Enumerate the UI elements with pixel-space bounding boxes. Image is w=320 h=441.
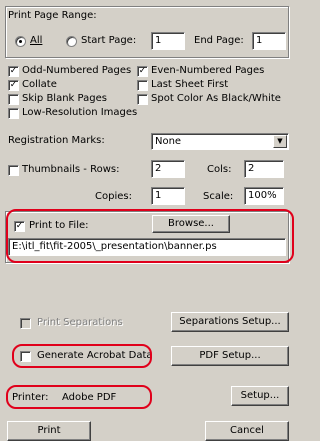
odd-pages-checkbox[interactable]: ✓ (8, 66, 19, 77)
generate-acrobat-checkbox[interactable] (20, 351, 31, 362)
registration-marks-select[interactable]: None ▼ (151, 133, 289, 150)
scale-label: Scale: (203, 191, 234, 202)
thumbnails-label[interactable]: Thumbnails - Rows: (22, 164, 119, 176)
start-page-input[interactable]: 1 (151, 32, 185, 50)
radio-start-page[interactable] (66, 36, 77, 47)
radio-all[interactable] (15, 36, 26, 47)
file-path-input[interactable]: E:\itl_fit\fit-2005\_presentation\banner… (8, 238, 286, 256)
radio-all-dot (19, 40, 22, 43)
low-res-checkbox[interactable] (8, 108, 19, 119)
printer-label: Printer: (12, 392, 49, 403)
even-pages-label[interactable]: Even-Numbered Pages (151, 65, 264, 77)
pdf-setup-button[interactable]: PDF Setup... (171, 346, 289, 366)
separations-setup-button[interactable]: Separations Setup... (171, 312, 289, 332)
last-sheet-first-checkbox[interactable] (137, 80, 148, 91)
even-pages-checkbox[interactable]: ✓ (137, 66, 148, 77)
cancel-button[interactable]: Cancel (205, 421, 289, 441)
print-separations-label: Print Separations (37, 317, 123, 328)
printer-setup-button[interactable]: Setup... (231, 386, 289, 406)
thumbnail-cols-label: Cols: (207, 164, 232, 175)
skip-blank-checkbox[interactable] (8, 94, 19, 105)
spot-color-checkbox[interactable] (137, 94, 148, 105)
thumbnail-cols-input[interactable]: 2 (244, 160, 284, 178)
collate-checkbox[interactable]: ✓ (8, 80, 19, 91)
print-to-file-checkbox[interactable]: ✓ (14, 221, 25, 232)
low-res-label[interactable]: Low-Resolution Images (22, 107, 137, 119)
registration-marks-label: Registration Marks: (8, 135, 105, 146)
copies-input[interactable]: 1 (151, 187, 185, 205)
radio-all-label[interactable]: All (30, 35, 42, 47)
last-sheet-first-label[interactable]: Last Sheet First (151, 79, 228, 91)
print-to-file-label[interactable]: Print to File: (29, 220, 89, 232)
browse-button[interactable]: Browse... (152, 215, 230, 233)
chevron-down-icon[interactable]: ▼ (273, 135, 287, 148)
end-page-input[interactable]: 1 (252, 32, 286, 50)
skip-blank-label[interactable]: Skip Blank Pages (22, 93, 107, 105)
printer-name: Adobe PDF (62, 392, 117, 403)
thumbnails-checkbox[interactable] (8, 165, 19, 176)
end-page-label: End Page: (194, 35, 244, 46)
page-range-title: Print Page Range: (8, 10, 97, 21)
print-button[interactable]: Print (7, 421, 91, 441)
generate-acrobat-label[interactable]: Generate Acrobat Data (37, 350, 153, 362)
registration-marks-value: None (155, 136, 182, 147)
spot-color-label[interactable]: Spot Color As Black/White (151, 93, 281, 105)
odd-pages-label[interactable]: Odd-Numbered Pages (22, 65, 131, 77)
thumbnail-rows-input[interactable]: 2 (151, 160, 185, 178)
start-page-label[interactable]: Start Page: (81, 35, 136, 47)
collate-label[interactable]: Collate (22, 79, 57, 91)
copies-label: Copies: (95, 191, 132, 202)
print-separations-checkbox[interactable] (20, 318, 31, 329)
scale-input[interactable]: 100% (244, 187, 284, 205)
